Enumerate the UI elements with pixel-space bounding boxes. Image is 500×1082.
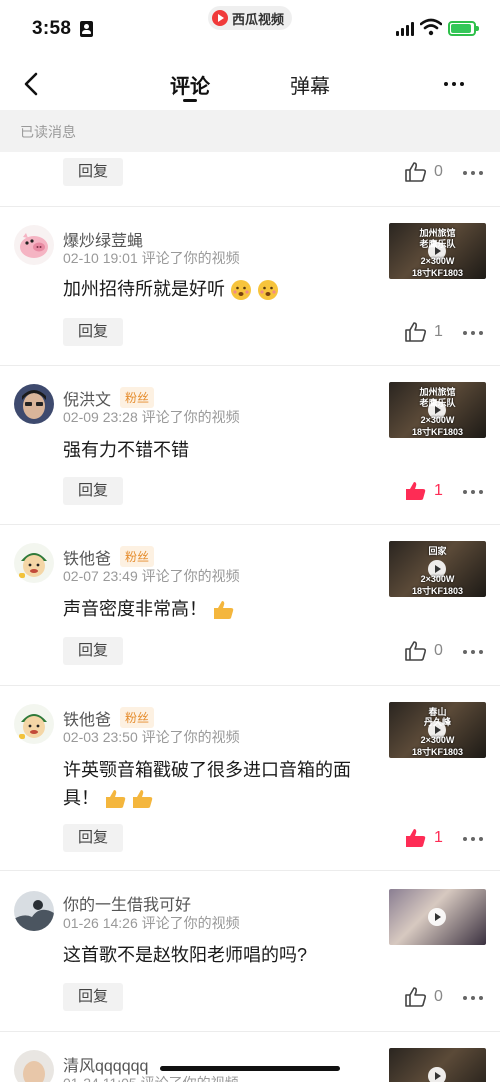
- avatar[interactable]: [14, 384, 54, 424]
- thumbnail-caption: 18寸KF1803: [411, 427, 464, 437]
- person-icon: [80, 21, 93, 37]
- back-arrow-icon[interactable]: [18, 70, 46, 98]
- like-count: 0: [434, 642, 443, 659]
- thumbs-up-filled-icon[interactable]: [404, 827, 428, 849]
- signal-icon: [396, 22, 414, 36]
- comment-more-icon[interactable]: [463, 331, 483, 335]
- comment-more-icon[interactable]: [463, 490, 483, 494]
- top-nav-bar: 评论 弹幕: [0, 58, 500, 110]
- comment-more-icon[interactable]: [463, 837, 483, 841]
- read-messages-label: 已读消息: [20, 124, 76, 140]
- play-icon: [428, 1067, 446, 1082]
- fan-badge: 粉丝: [120, 707, 155, 728]
- thumbnail-caption: 回家: [428, 546, 447, 556]
- thumbnail-caption: 18寸KF1803: [411, 586, 464, 596]
- avatar[interactable]: [14, 704, 54, 744]
- avatar[interactable]: [14, 225, 54, 265]
- like-count: 0: [434, 163, 443, 180]
- face-icon: [231, 280, 252, 301]
- thumbnail-caption: 2×300W: [420, 415, 455, 425]
- comment-text: 声音密度非常高！: [63, 595, 368, 623]
- comment-text: 加州招待所就是好听: [63, 275, 368, 303]
- fan-badge: 粉丝: [120, 546, 155, 567]
- video-thumbnail[interactable]: [389, 1048, 486, 1082]
- reply-button[interactable]: 回复: [63, 318, 123, 346]
- home-indicator[interactable]: [160, 1066, 340, 1071]
- comment-text-body: 声音密度非常高！: [63, 599, 207, 619]
- battery-icon: [448, 21, 479, 36]
- reply-button[interactable]: 回复: [63, 824, 123, 852]
- app-indicator-label: 西瓜视频: [232, 11, 285, 27]
- reply-button[interactable]: 回复: [63, 158, 123, 186]
- comment-row: 爆炒绿荳蝇 02-10 19:01 评论了你的视频 加州招待所就是好听 回复 1…: [0, 207, 500, 365]
- thumbnail-caption: 2×300W: [420, 256, 455, 266]
- commenter-name[interactable]: 你的一生借我可好: [63, 891, 191, 915]
- like-count: 1: [434, 482, 443, 499]
- thumbs-up-icon[interactable]: [404, 321, 428, 343]
- thumbnail-caption: 2×300W: [420, 574, 455, 584]
- avatar[interactable]: [14, 1050, 54, 1082]
- comment-more-icon[interactable]: [463, 171, 483, 175]
- reply-button[interactable]: 回复: [63, 983, 123, 1011]
- comment-meta: 02-07 23:49 评论了你的视频: [63, 568, 240, 584]
- thumbnail-caption: 2×300W: [420, 735, 455, 745]
- video-thumbnail[interactable]: [389, 889, 486, 945]
- video-thumbnail[interactable]: 回家 2×300W 18寸KF1803: [389, 541, 486, 597]
- read-messages-bar: 已读消息: [0, 110, 500, 152]
- comment-meta: 01-24 11:05 评论了你的视频: [63, 1073, 239, 1082]
- comment-text: 强有力不错不错: [63, 440, 189, 460]
- reply-button[interactable]: 回复: [63, 637, 123, 665]
- status-time: 3:58: [32, 18, 72, 39]
- reply-button[interactable]: 回复: [63, 477, 123, 505]
- app-indicator-pill[interactable]: 西瓜视频: [208, 6, 293, 30]
- tab-comments[interactable]: 评论: [170, 70, 210, 99]
- comment-row: 铁他爸 粉丝 02-07 23:49 评论了你的视频 声音密度非常高！ 回复 0…: [0, 525, 500, 685]
- comment-row: 你的一生借我可好 01-26 14:26 评论了你的视频 这首歌不是赵牧阳老师唱…: [0, 871, 500, 1031]
- xigua-logo-icon: [212, 10, 228, 26]
- video-thumbnail[interactable]: 加州旅馆 老鹰乐队 2×300W 18寸KF1803: [389, 382, 486, 438]
- more-options-icon[interactable]: [444, 82, 466, 88]
- comment-meta: 02-03 23:50 评论了你的视频: [63, 729, 240, 745]
- wifi-icon: [420, 18, 442, 36]
- thumbs-up-icon[interactable]: [404, 640, 428, 662]
- thumbs-up-icon: [214, 601, 234, 620]
- comment-text-body: 加州招待所就是好听: [63, 279, 225, 299]
- avatar[interactable]: [14, 891, 54, 931]
- like-count: 0: [434, 988, 443, 1005]
- thumbs-up-icon: [133, 790, 153, 809]
- comment-row-partial: 回复 0: [0, 152, 500, 206]
- thumbnail-caption: 18寸KF1803: [411, 268, 464, 278]
- comment-more-icon[interactable]: [463, 996, 483, 1000]
- comment-meta: 01-26 14:26 评论了你的视频: [63, 915, 240, 931]
- comment-more-icon[interactable]: [463, 650, 483, 654]
- thumbs-up-filled-icon[interactable]: [404, 480, 428, 502]
- status-bar: 3:58 西瓜视频: [0, 0, 500, 58]
- thumbs-up-icon[interactable]: [404, 161, 428, 183]
- video-thumbnail[interactable]: 春山 丹久峰 2×300W 18寸KF1803: [389, 702, 486, 758]
- thumbs-up-icon[interactable]: [404, 986, 428, 1008]
- video-thumbnail[interactable]: 加州旅馆 老鹰乐队 2×300W 18寸KF1803: [389, 223, 486, 279]
- tab-danmaku[interactable]: 弹幕: [290, 70, 330, 99]
- active-tab-indicator: [183, 99, 197, 102]
- comment-text: 这首歌不是赵牧阳老师唱的吗?: [63, 945, 308, 965]
- comment-meta: 02-09 23:28 评论了你的视频: [63, 409, 240, 425]
- like-count: 1: [434, 323, 443, 340]
- comment-text: 许英颚音箱戳破了很多进口音箱的面具！: [63, 756, 363, 812]
- comment-meta: 02-10 19:01 评论了你的视频: [63, 250, 240, 266]
- thumbnail-caption: 18寸KF1803: [411, 747, 464, 757]
- face-icon: [258, 280, 279, 301]
- comment-row: 铁他爸 粉丝 02-03 23:50 评论了你的视频 许英颚音箱戳破了很多进口音…: [0, 686, 500, 870]
- comment-row: 倪洪文 粉丝 02-09 23:28 评论了你的视频 强有力不错不错 回复 1 …: [0, 366, 500, 524]
- fan-badge: 粉丝: [120, 387, 155, 408]
- play-icon: [428, 908, 446, 926]
- like-count: 1: [434, 829, 443, 846]
- avatar[interactable]: [14, 543, 54, 583]
- thumbs-up-icon: [106, 790, 126, 809]
- comment-row: 清风qqqqqq 01-24 11:05 评论了你的视频: [0, 1032, 500, 1082]
